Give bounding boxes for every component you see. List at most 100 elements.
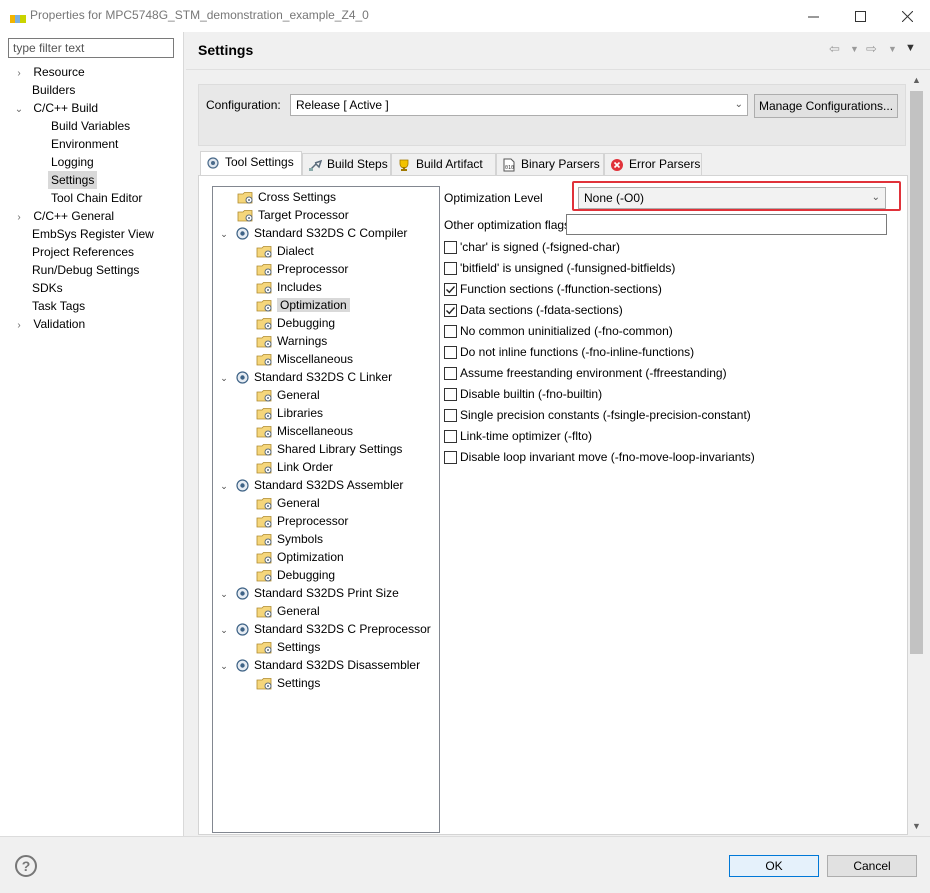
optimization-option-row[interactable]: No common uninitialized (-fno-common) (444, 324, 673, 340)
option-label: Link-time optimizer (-flto) (460, 429, 593, 443)
tree-option-node[interactable]: General (256, 494, 320, 512)
tree-option-node[interactable]: Miscellaneous (256, 350, 353, 368)
nav-item-project-references[interactable]: Project References (32, 243, 134, 261)
scrollbar-thumb[interactable] (910, 91, 923, 654)
tab-binary-parsers[interactable]: 010 Binary Parsers (496, 153, 604, 175)
nav-item-sdks[interactable]: SDKs (32, 279, 63, 297)
tree-option-node[interactable]: Preprocessor (256, 260, 348, 278)
nav-item-logging[interactable]: Logging (51, 153, 94, 171)
optimization-option-row[interactable]: Disable loop invariant move (-fno-move-l… (444, 450, 755, 466)
checkbox-unchecked[interactable] (444, 388, 457, 401)
tree-option-node[interactable]: Debugging (256, 314, 335, 332)
nav-item-builders[interactable]: Builders (32, 81, 75, 99)
checkbox-unchecked[interactable] (444, 262, 457, 275)
ok-button[interactable]: OK (729, 855, 819, 877)
configuration-select[interactable]: Release [ Active ] ⌄ (290, 94, 748, 116)
tree-tool-node[interactable]: ⌄ Standard S32DS Assembler (219, 476, 403, 494)
tree-option-node[interactable]: General (256, 602, 320, 620)
manage-configurations-button[interactable]: Manage Configurations... (754, 94, 898, 118)
nav-item-settings[interactable]: Settings (48, 171, 98, 189)
tree-option-node[interactable]: Settings (256, 638, 320, 656)
tree-option-node[interactable]: Optimization (256, 548, 344, 566)
optimization-option-row[interactable]: 'bitfield' is unsigned (-funsigned-bitfi… (444, 261, 675, 277)
tree-option-node[interactable]: Warnings (256, 332, 327, 350)
tree-option-node[interactable]: Dialect (256, 242, 314, 260)
chevron-right-icon[interactable]: › (14, 317, 24, 335)
close-icon[interactable] (884, 0, 930, 32)
tab-build-steps[interactable]: Build Steps (302, 153, 391, 175)
nav-item-task-tags[interactable]: Task Tags (32, 297, 85, 315)
nav-item-tool-chain-editor[interactable]: Tool Chain Editor (51, 189, 142, 207)
tree-option-node[interactable]: Optimization (256, 296, 350, 314)
tree-option-node[interactable]: General (256, 386, 320, 404)
checkbox-unchecked[interactable] (444, 430, 457, 443)
optimization-option-row[interactable]: Assume freestanding environment (-ffrees… (444, 366, 727, 382)
chevron-down-icon[interactable]: ⌄ (219, 369, 229, 387)
tree-option-node[interactable]: Preprocessor (256, 512, 348, 530)
optimization-option-row[interactable]: Link-time optimizer (-flto) (444, 429, 592, 445)
checkbox-unchecked[interactable] (444, 451, 457, 464)
view-menu-icon[interactable]: ▼ (905, 42, 916, 54)
nav-item-run-debug-settings[interactable]: Run/Debug Settings (32, 261, 139, 279)
tab-error-parsers[interactable]: Error Parsers (604, 153, 702, 175)
tree-tool-node[interactable]: ⌄ Standard S32DS Disassembler (219, 656, 420, 674)
tree-option-node[interactable]: Settings (256, 674, 320, 692)
optimization-option-row[interactable]: Single precision constants (-fsingle-pre… (444, 408, 751, 424)
scroll-up-icon[interactable]: ▲ (908, 72, 925, 88)
forward-arrow-icon[interactable]: ⇨ (866, 41, 877, 57)
optimization-option-row[interactable]: 'char' is signed (-fsigned-char) (444, 240, 620, 256)
tree-tool-node[interactable]: ⌄ Standard S32DS Print Size (219, 584, 399, 602)
cancel-button[interactable]: Cancel (827, 855, 917, 877)
filter-input[interactable] (8, 38, 174, 58)
chevron-down-icon[interactable]: ⌄ (219, 225, 229, 243)
other-optimization-flags-input[interactable] (566, 214, 887, 235)
checkbox-checked[interactable] (444, 283, 457, 296)
optimization-option-row[interactable]: Function sections (-ffunction-sections) (444, 282, 662, 298)
nav-item-embsys-register-view[interactable]: EmbSys Register View (32, 225, 154, 243)
chevron-down-icon[interactable]: ⌄ (219, 585, 229, 603)
tree-option-node[interactable]: Includes (256, 278, 322, 296)
maximize-icon[interactable] (837, 0, 883, 32)
chevron-right-icon[interactable]: › (14, 209, 24, 227)
tree-tool-node[interactable]: ⌄ Standard S32DS C Linker (219, 368, 392, 386)
nav-item-environment[interactable]: Environment (51, 135, 118, 153)
optimization-option-row[interactable]: Disable builtin (-fno-builtin) (444, 387, 602, 403)
tree-option-node[interactable]: Debugging (256, 566, 335, 584)
back-arrow-icon[interactable]: ⇦ (829, 41, 840, 57)
nav-item-build-variables[interactable]: Build Variables (51, 117, 130, 135)
help-icon[interactable]: ? (15, 855, 37, 877)
tab-build-artifact[interactable]: Build Artifact (391, 153, 496, 175)
tree-tool-node[interactable]: ⌄ Standard S32DS C Preprocessor (219, 620, 431, 638)
chevron-right-icon[interactable]: › (14, 65, 24, 83)
minimize-icon[interactable] (790, 0, 836, 32)
scroll-down-icon[interactable]: ▼ (908, 818, 925, 834)
chevron-down-icon[interactable]: ▼ (850, 44, 859, 54)
tree-option-node[interactable]: Shared Library Settings (256, 440, 402, 458)
nav-item-cpp-build[interactable]: ⌄ C/C++ Build (14, 99, 98, 117)
optimization-option-row[interactable]: Data sections (-fdata-sections) (444, 303, 623, 319)
checkbox-checked[interactable] (444, 304, 457, 317)
nav-item-validation[interactable]: › Validation (14, 315, 85, 333)
tree-option-node[interactable]: Cross Settings (237, 188, 336, 206)
checkbox-unchecked[interactable] (444, 346, 457, 359)
checkbox-unchecked[interactable] (444, 241, 457, 254)
checkbox-unchecked[interactable] (444, 325, 457, 338)
tab-tool-settings[interactable]: Tool Settings (200, 151, 302, 176)
chevron-down-icon[interactable]: ⌄ (219, 657, 229, 675)
nav-item-resource[interactable]: › Resource (14, 63, 84, 83)
tree-option-node[interactable]: Miscellaneous (256, 422, 353, 440)
checkbox-unchecked[interactable] (444, 409, 457, 422)
tree-option-node[interactable]: Symbols (256, 530, 323, 548)
chevron-down-icon[interactable]: ▼ (888, 44, 897, 54)
tree-option-node[interactable]: Link Order (256, 458, 333, 476)
checkbox-unchecked[interactable] (444, 367, 457, 380)
tree-option-node[interactable]: Libraries (256, 404, 323, 422)
nav-item-cpp-general[interactable]: › C/C++ General (14, 207, 114, 225)
chevron-down-icon[interactable]: ⌄ (219, 477, 229, 495)
tool-gear-icon (235, 478, 250, 493)
chevron-down-icon[interactable]: ⌄ (14, 101, 24, 119)
chevron-down-icon[interactable]: ⌄ (219, 621, 229, 639)
tree-option-node[interactable]: Target Processor (237, 206, 349, 224)
tree-tool-node[interactable]: ⌄ Standard S32DS C Compiler (219, 224, 407, 242)
optimization-option-row[interactable]: Do not inline functions (-fno-inline-fun… (444, 345, 694, 361)
